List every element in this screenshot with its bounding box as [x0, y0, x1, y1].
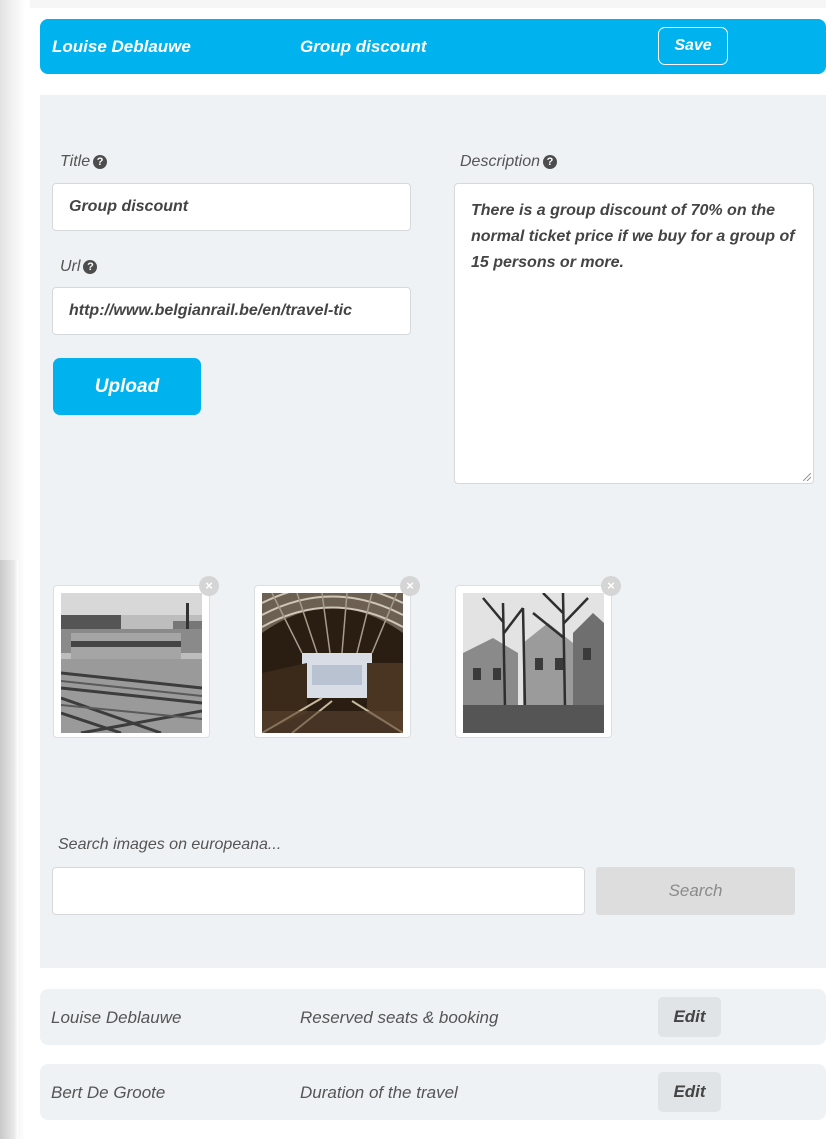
help-icon[interactable]: ?	[93, 155, 108, 169]
page-edge-shadow	[0, 0, 26, 1139]
url-input-value: http://www.belgianrail.be/en/travel-tic	[69, 302, 353, 319]
upload-button[interactable]: Upload	[53, 358, 201, 415]
row-author: Louise Deblauwe	[51, 1008, 182, 1027]
description-textarea[interactable]: There is a group discount of 70% on the …	[454, 183, 814, 484]
edit-button[interactable]: Edit	[658, 997, 721, 1037]
title-input-value: Group discount	[69, 198, 189, 215]
edit-button[interactable]: Edit	[658, 1072, 721, 1112]
resize-handle-icon[interactable]	[803, 473, 811, 481]
description-label: Description	[460, 153, 541, 170]
image-thumbnail[interactable]: ×	[254, 576, 420, 738]
header-author: Louise Deblauwe	[52, 37, 191, 56]
train-photo	[61, 593, 202, 733]
description-value: There is a group discount of 70% on the …	[471, 202, 795, 271]
remove-image-close-icon[interactable]: ×	[601, 576, 621, 596]
title-input[interactable]: Group discount	[52, 183, 411, 231]
header-title: Group discount	[300, 37, 427, 56]
search-label: Search images on europeana...	[58, 836, 282, 853]
page-edge-shadow-dark	[0, 560, 18, 1139]
url-label-group: Url?	[60, 258, 98, 276]
search-button[interactable]: Search	[596, 867, 795, 915]
list-item: Bert De Groote Duration of the travel Ed…	[40, 1064, 826, 1120]
active-item-header: Louise Deblauwe Group discount Save	[40, 19, 826, 74]
title-label: Title	[60, 153, 91, 170]
remove-image-close-icon[interactable]: ×	[400, 576, 420, 596]
houses-trees-photo	[463, 593, 604, 733]
title-label-group: Title?	[60, 153, 108, 171]
row-title: Reserved seats & booking	[300, 1008, 499, 1027]
description-label-group: Description?	[460, 153, 558, 171]
station-hall-photo	[262, 593, 403, 733]
europeana-search-input[interactable]	[52, 867, 585, 915]
remove-image-close-icon[interactable]: ×	[199, 576, 219, 596]
edit-panel: Title? Group discount Url? http://www.be…	[40, 95, 826, 968]
image-thumbnail[interactable]: ×	[455, 576, 621, 738]
url-label: Url	[60, 258, 81, 275]
help-icon[interactable]: ?	[83, 260, 98, 274]
row-author: Bert De Groote	[51, 1083, 166, 1102]
image-thumbnail[interactable]: ×	[53, 576, 219, 738]
previous-row-edge	[30, 0, 826, 8]
help-icon[interactable]: ?	[543, 155, 558, 169]
list-item: Louise Deblauwe Reserved seats & booking…	[40, 989, 826, 1045]
save-button[interactable]: Save	[658, 27, 728, 65]
url-input[interactable]: http://www.belgianrail.be/en/travel-tic	[52, 287, 411, 335]
row-title: Duration of the travel	[300, 1083, 458, 1102]
